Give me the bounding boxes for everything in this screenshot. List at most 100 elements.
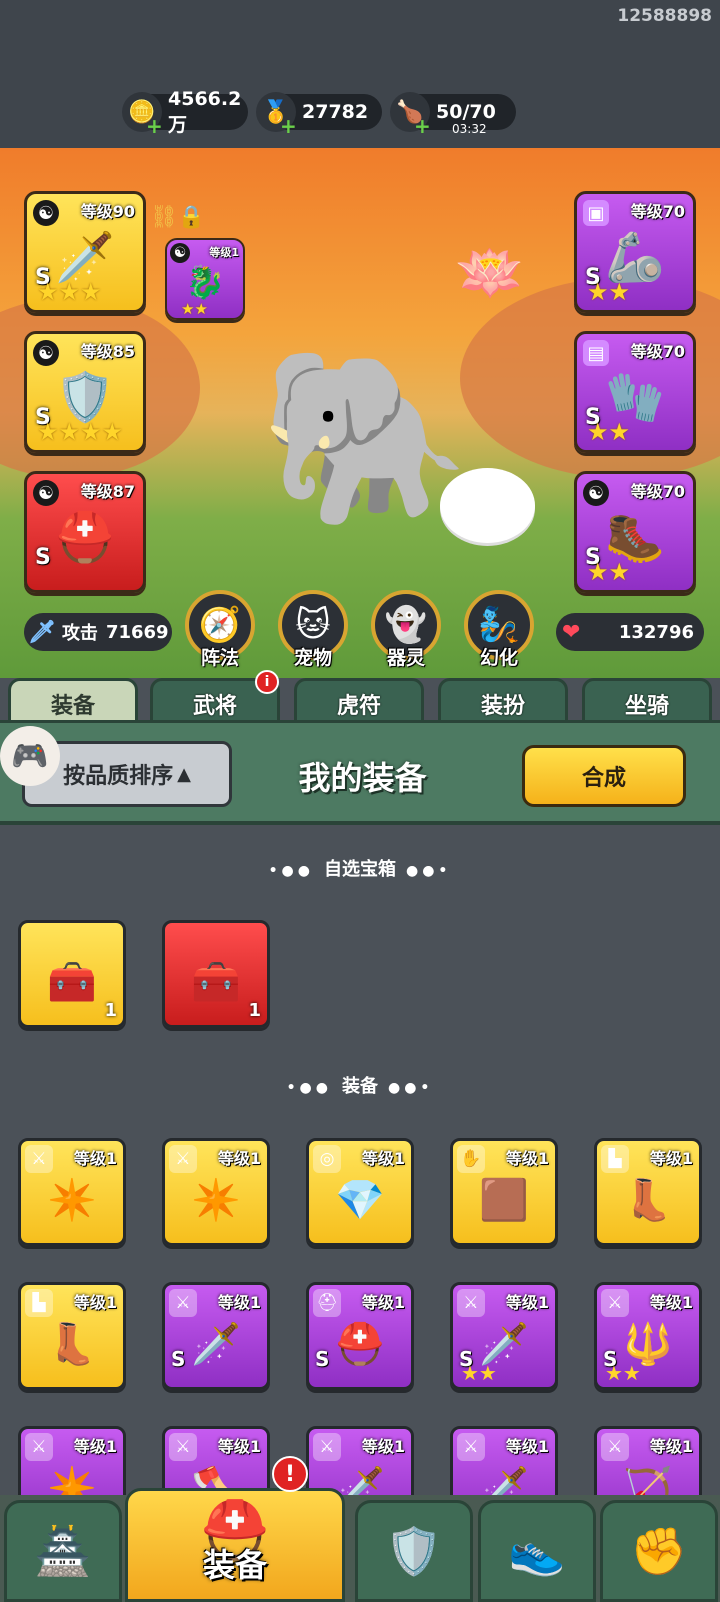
- chest-title: 自选宝箱: [324, 859, 396, 880]
- item-level: 等级1: [649, 1293, 693, 1312]
- gold-resource[interactable]: 🥇 27782 +: [256, 92, 382, 138]
- equip-slot-helmet[interactable]: ☯ 等级87 ⛑️ S: [24, 471, 146, 593]
- item-level: 等级1: [505, 1293, 549, 1312]
- sword-type-icon: ⚔: [169, 1145, 197, 1173]
- gamepad-icon[interactable]: 🎮: [0, 726, 60, 786]
- formation-icon: 🧭: [198, 605, 242, 645]
- dagger-icon: 🗡️: [191, 1321, 241, 1368]
- slot-level: 等级1: [209, 246, 239, 259]
- equip-slot-weapon[interactable]: ☯ 等级90 🗡️ S ★★★: [24, 191, 146, 313]
- star-rating: ★★: [605, 1361, 641, 1385]
- attack-value: 71669: [105, 621, 169, 643]
- tab-equipment[interactable]: 装备: [8, 678, 138, 726]
- player-id: 12588898: [617, 6, 712, 26]
- yin-yang-icon: ☯: [33, 200, 59, 226]
- synthesize-button[interactable]: 合成: [522, 745, 686, 807]
- star-rating: ★★: [587, 418, 631, 446]
- stamina-value: 50/70: [436, 101, 496, 123]
- equipment-item[interactable]: ⚔ 等级1 ✴️: [162, 1138, 270, 1246]
- lotus-icon: 🪷: [455, 241, 525, 306]
- tab-outfit[interactable]: 装扮: [438, 678, 568, 726]
- star-rating: ★★: [587, 558, 631, 586]
- slot-level: 等级70: [630, 342, 685, 361]
- equipment-item[interactable]: ⚔ 等级1 🔱 S ★★: [594, 1282, 702, 1390]
- nav-shoe[interactable]: 👟: [478, 1500, 596, 1602]
- alert-badge: !: [272, 1456, 308, 1492]
- chest-item[interactable]: 🧰 1: [162, 920, 270, 1028]
- equip-slot-gauntlet[interactable]: ▤ 等级70 🧤 S ★★: [574, 331, 696, 453]
- chest-icon: 🧰: [191, 959, 241, 1006]
- decor-dots: •●●: [268, 863, 314, 879]
- equipment-section-title: •●● 装备 ●●•: [0, 1072, 720, 1098]
- nav-equipment-label: 装备: [202, 1546, 267, 1584]
- medal-type-icon: ◎: [313, 1145, 341, 1173]
- dragon-pet-icon: 🐉: [185, 263, 225, 302]
- equipment-item[interactable]: ◎ 等级1 💎: [306, 1138, 414, 1246]
- sword-type-icon: ⚔: [601, 1433, 629, 1461]
- equipment-item[interactable]: ⛑ 等级1 ⛑️ S: [306, 1282, 414, 1390]
- chest-item[interactable]: 🧰 1: [18, 920, 126, 1028]
- transform-icon: 🧞: [477, 605, 521, 645]
- equipment-item[interactable]: ⚔ 等级1 🗡️ S ★★: [450, 1282, 558, 1390]
- fist-upgrade-icon: ✊: [630, 1523, 688, 1578]
- spirit-icon: 👻: [384, 605, 428, 645]
- item-level: 等级1: [217, 1149, 261, 1168]
- add-stamina-icon[interactable]: +: [414, 114, 431, 138]
- helmet-icon: ⛑️: [335, 1321, 385, 1368]
- gauntlet-icon: 🧤: [605, 369, 665, 426]
- slot-level: 等级70: [630, 482, 685, 501]
- glove-type-icon: ✋: [457, 1145, 485, 1173]
- equip-slot-boots[interactable]: ☯ 等级70 🥾 S ★★: [574, 471, 696, 593]
- boots-icon: 👢: [623, 1177, 673, 1224]
- game-screen: 12588898 🪙 4566.2万 + 🥇 27782 + 🍗 50/70 0…: [0, 0, 720, 1602]
- item-level: 等级1: [649, 1437, 693, 1456]
- nav-crest[interactable]: 🛡️: [355, 1500, 473, 1602]
- silver-resource[interactable]: 🪙 4566.2万 +: [122, 88, 248, 138]
- amulet-icon: 💎: [335, 1177, 385, 1224]
- equipment-item[interactable]: ⚔ 等级1 🗡️ S: [162, 1282, 270, 1390]
- star-rating: ★★★: [37, 278, 102, 306]
- star-rating: ★★: [587, 278, 631, 306]
- equipment-item[interactable]: ✋ 等级1 🟫: [450, 1138, 558, 1246]
- item-level: 等级1: [73, 1437, 117, 1456]
- ice-sword-icon: 🗡️: [55, 229, 115, 286]
- dumpling-pet[interactable]: [440, 468, 535, 543]
- decor-dots: ●●•: [388, 1080, 434, 1096]
- info-badge: i: [255, 670, 279, 694]
- equipment-item[interactable]: ▙ 等级1 👢: [594, 1138, 702, 1246]
- item-level: 等级1: [73, 1293, 117, 1312]
- equipment-item[interactable]: ⚔ 等级1 ✴️: [18, 1138, 126, 1246]
- item-level: 等级1: [505, 1437, 549, 1456]
- triangle-up-icon: ▲: [177, 763, 191, 785]
- sword-type-icon: ⚔: [169, 1289, 197, 1317]
- armor-type-icon: ▣: [583, 200, 609, 226]
- equip-slot-armor[interactable]: ☯ 等级85 🛡️ S ★★★★: [24, 331, 146, 453]
- item-level: 等级1: [217, 1293, 261, 1312]
- tab-mount[interactable]: 坐骑: [582, 678, 712, 726]
- nav-city[interactable]: 🏯: [4, 1500, 122, 1602]
- item-level: 等级1: [505, 1149, 549, 1168]
- sword-type-icon: ⚔: [169, 1433, 197, 1461]
- pet-equip-slot[interactable]: ☯ 等级1 🐉 ★★: [165, 238, 245, 320]
- add-silver-icon[interactable]: +: [146, 114, 163, 138]
- sword-type-icon: ⚔: [457, 1433, 485, 1461]
- bracer-icon: 🟫: [479, 1177, 529, 1224]
- chest-section-title: •●● 自选宝箱 ●●•: [0, 855, 720, 881]
- equip-slot-body[interactable]: ▣ 等级70 🦾 S ★★: [574, 191, 696, 313]
- stamina-resource[interactable]: 🍗 50/70 03:32 +: [390, 92, 516, 138]
- slot-level: 等级70: [630, 202, 685, 221]
- attack-stat: 🗡 攻击 71669: [24, 613, 172, 651]
- sword-icon: 🗡: [28, 619, 56, 645]
- attack-label: 攻击: [61, 623, 98, 644]
- nav-upgrade[interactable]: ✊: [600, 1500, 718, 1602]
- equipment-item[interactable]: ▙ 等级1 👢: [18, 1282, 126, 1390]
- hp-value: 132796: [618, 621, 694, 643]
- sword-type-icon: ⚔: [25, 1433, 53, 1461]
- yin-yang-icon: ☯: [583, 480, 609, 506]
- chain-lock-icon: ⛓🔒: [150, 205, 206, 230]
- shoe-icon: 👟: [508, 1523, 566, 1578]
- gauntlet-type-icon: ▤: [583, 340, 609, 366]
- tab-tiger-tally[interactable]: 虎符: [294, 678, 424, 726]
- add-gold-icon[interactable]: +: [280, 114, 297, 138]
- item-count: 1: [248, 1000, 261, 1021]
